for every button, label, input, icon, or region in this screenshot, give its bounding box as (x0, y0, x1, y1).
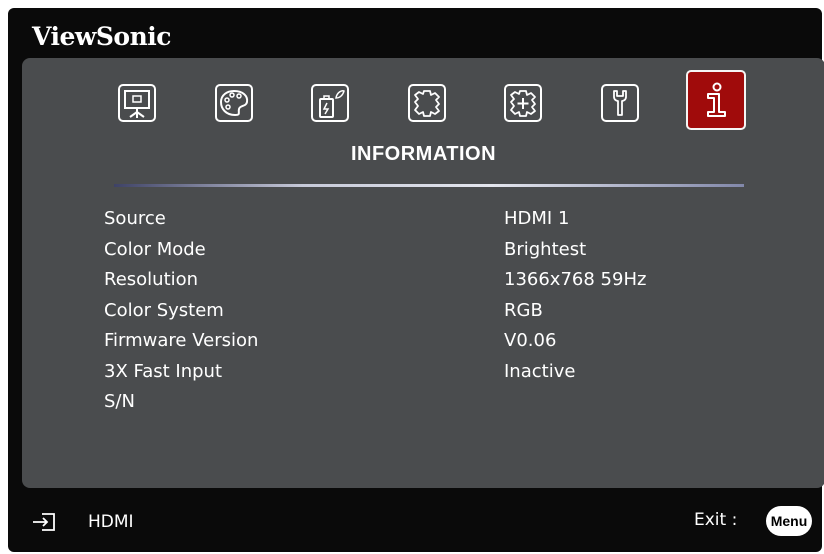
info-label: Color System (104, 299, 224, 321)
basic-settings-icon (408, 84, 446, 122)
info-row-source: Source HDMI 1 (104, 204, 744, 235)
tab-information[interactable] (686, 70, 746, 130)
info-label: 3X Fast Input (104, 360, 223, 382)
information-icon (707, 82, 726, 117)
osd-window: ViewSonic INFORMATION Source HDMI 1 Colo… (8, 8, 824, 552)
tab-basic-settings[interactable] (404, 80, 450, 126)
tab-display[interactable] (114, 80, 160, 126)
menu-title: INFORMATION (22, 143, 824, 166)
tab-system[interactable] (597, 80, 643, 126)
tab-advanced-settings[interactable] (500, 80, 546, 126)
info-label: Resolution (104, 269, 199, 290)
info-label: Color Mode (104, 238, 206, 260)
info-value: RGB (504, 299, 543, 321)
info-value: HDMI 1 (504, 208, 570, 229)
info-label: Source (104, 208, 166, 229)
menu-button[interactable]: Menu (766, 506, 812, 536)
info-value: Brightest (504, 238, 587, 260)
footer-bar: HDMI Exit : Menu (22, 490, 824, 550)
info-row-firmware-version: Firmware Version V0.06 (104, 326, 744, 357)
info-label: Firmware Version (104, 330, 259, 351)
brand-logo: ViewSonic (32, 22, 172, 51)
input-source-icon (33, 513, 55, 531)
info-value: V0.06 (504, 330, 557, 351)
info-row-color-system: Color System RGB (104, 296, 744, 327)
picture-palette-icon (215, 84, 253, 122)
menu-title-text: INFORMATION (350, 143, 497, 165)
system-wrench-icon (601, 84, 639, 122)
info-row-color-mode: Color Mode Brightest (104, 235, 744, 266)
info-row-serial-number: S/N (104, 387, 744, 418)
power-management-icon (311, 84, 349, 122)
tab-power-management[interactable] (307, 80, 353, 126)
menu-panel: INFORMATION Source HDMI 1 Color Mode Bri… (22, 58, 824, 488)
info-list: Source HDMI 1 Color Mode Brightest Resol… (104, 204, 744, 418)
current-source-label: HDMI (88, 512, 134, 532)
divider (114, 184, 744, 187)
advanced-settings-icon (504, 84, 542, 122)
exit-label: Exit : (694, 510, 738, 530)
info-row-resolution: Resolution 1366x768 59Hz (104, 265, 744, 296)
tab-picture[interactable] (211, 80, 257, 126)
info-label: S/N (104, 391, 135, 412)
info-value: 1366x768 59Hz (504, 269, 647, 290)
display-icon (118, 84, 156, 122)
info-value: Inactive (504, 360, 576, 382)
info-row-3x-fast-input: 3X Fast Input Inactive (104, 357, 744, 388)
